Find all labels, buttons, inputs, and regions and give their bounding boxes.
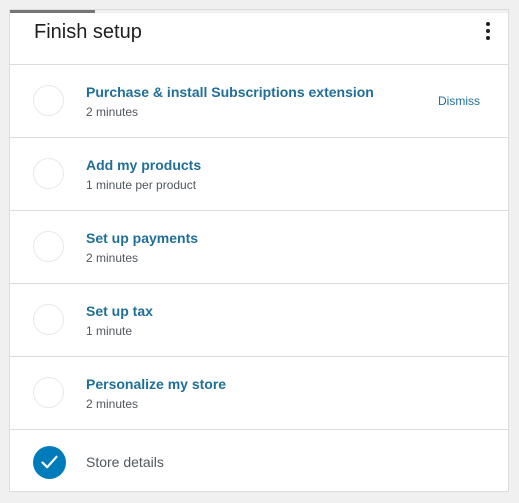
task-time: 1 minute [86,324,133,338]
task-status-circle [33,85,64,116]
task-title[interactable]: Set up payments [86,230,198,247]
task-list: Purchase & install Subscriptions extensi… [10,65,508,503]
task-title[interactable]: Personalize my store [86,376,226,393]
task-title[interactable]: Add my products [86,157,201,174]
more-vertical-icon-dot-2 [486,29,490,33]
dismiss-button[interactable]: Dismiss [438,94,480,109]
task-setup-tax[interactable]: Set up tax 1 minute [10,284,508,357]
more-vertical-icon [486,22,490,26]
task-title[interactable]: Set up tax [86,303,153,320]
task-title[interactable]: Purchase & install Subscriptions extensi… [86,84,374,101]
more-vertical-icon-dot-3 [486,36,490,40]
task-status-circle [33,377,64,408]
task-time: 2 minutes [86,105,139,119]
check-icon [33,446,66,479]
task-setup-payments[interactable]: Set up payments 2 minutes [10,211,508,284]
task-status-circle [33,231,64,262]
task-store-details[interactable]: Store details [10,430,508,503]
task-status-circle [33,304,64,335]
task-purchase-subscriptions[interactable]: Purchase & install Subscriptions extensi… [10,65,508,138]
setup-task-list-card: Finish setup Purchase & install Subscrip… [9,9,509,492]
card-title: Finish setup [34,21,142,43]
task-add-products[interactable]: Add my products 1 minute per product [10,138,508,211]
task-status-circle [33,158,64,189]
task-time: 1 minute per product [86,178,197,192]
task-title-completed[interactable]: Store details [86,454,164,471]
more-options-button[interactable] [481,20,495,42]
task-time: 2 minutes [86,251,139,265]
task-time: 2 minutes [86,397,139,411]
task-personalize-store[interactable]: Personalize my store 2 minutes [10,357,508,430]
card-header: Finish setup [10,10,508,65]
